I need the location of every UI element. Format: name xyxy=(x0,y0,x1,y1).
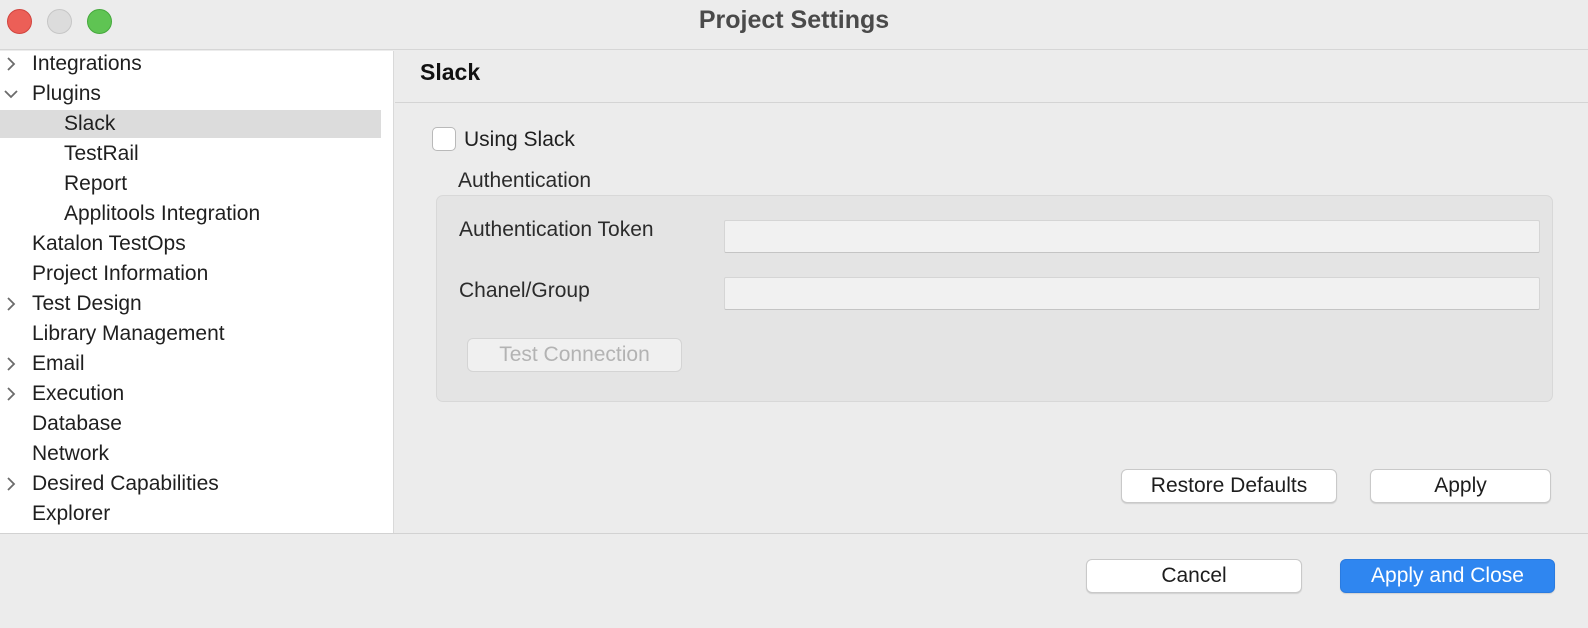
settings-tree: Integrations Plugins Slack TestRail Report Ap… xyxy=(0,51,394,533)
tree-item-database[interactable]: Database xyxy=(0,410,381,438)
restore-defaults-button[interactable]: Restore Defaults xyxy=(1121,469,1337,503)
test-connection-button[interactable]: Test Connection xyxy=(467,338,682,372)
apply-button[interactable]: Apply xyxy=(1370,469,1551,503)
settings-panel: Slack Using Slack Authentication Authent… xyxy=(395,51,1588,533)
tree-item-library-management[interactable]: Library Management xyxy=(0,320,381,348)
chevron-right-icon[interactable] xyxy=(4,350,18,378)
using-slack-label[interactable]: Using Slack xyxy=(464,128,575,152)
tree-item-report[interactable]: Report xyxy=(0,170,381,198)
tree-item-katalon-testops[interactable]: Katalon TestOps xyxy=(0,230,381,258)
tree-item-slack[interactable]: Slack xyxy=(0,110,381,138)
tree-item-network[interactable]: Network xyxy=(0,440,381,468)
tree-item-label: Explorer xyxy=(32,502,111,525)
tree-item-email[interactable]: Email xyxy=(0,350,381,378)
title-bar: Project Settings xyxy=(0,0,1588,50)
tree-item-execution[interactable]: Execution xyxy=(0,380,381,408)
tree-item-applitools-integration[interactable]: Applitools Integration xyxy=(0,200,381,228)
tree-item-test-design[interactable]: Test Design xyxy=(0,290,381,318)
channel-group-label: Chanel/Group xyxy=(459,279,590,302)
tree-item-plugins[interactable]: Plugins xyxy=(0,80,381,108)
cancel-button[interactable]: Cancel xyxy=(1086,559,1302,593)
window-title: Project Settings xyxy=(698,6,890,34)
tree-item-label: Project Information xyxy=(32,262,209,285)
tree-item-label: Plugins xyxy=(32,82,101,105)
chevron-right-icon[interactable] xyxy=(4,380,18,408)
tree-item-label: Desired Capabilities xyxy=(32,472,219,495)
tree-item-explorer[interactable]: Explorer xyxy=(0,500,381,528)
tree-item-label: Report xyxy=(64,172,128,195)
tree-item-label: Library Management xyxy=(32,322,225,345)
page-title: Slack xyxy=(420,59,481,85)
chevron-right-icon[interactable] xyxy=(4,290,18,318)
tree-item-project-information[interactable]: Project Information xyxy=(0,260,381,288)
tree-item-label: Network xyxy=(32,442,110,465)
tree-item-integrations[interactable]: Integrations xyxy=(0,50,381,78)
panel-header: Slack xyxy=(395,51,1588,103)
tree-item-label: Katalon TestOps xyxy=(32,232,186,255)
apply-and-close-button[interactable]: Apply and Close xyxy=(1340,559,1555,593)
tree-item-label: Slack xyxy=(64,112,116,135)
chevron-right-icon[interactable] xyxy=(4,470,18,498)
tree-item-label: Execution xyxy=(32,382,125,405)
tree-item-testrail[interactable]: TestRail xyxy=(0,140,381,168)
authentication-group-label: Authentication xyxy=(458,169,592,192)
using-slack-checkbox[interactable] xyxy=(432,127,456,151)
tree-item-label: Database xyxy=(32,412,122,435)
chevron-right-icon[interactable] xyxy=(4,50,18,78)
channel-group-field[interactable] xyxy=(724,277,1540,310)
tree-item-label: TestRail xyxy=(64,142,139,165)
tree-item-label: Applitools Integration xyxy=(64,202,261,225)
dialog-footer: Cancel Apply and Close xyxy=(0,533,1588,628)
tree-item-label: Integrations xyxy=(32,52,142,75)
tree-item-label: Email xyxy=(32,352,85,375)
auth-token-label: Authentication Token xyxy=(459,218,654,241)
chevron-down-icon[interactable] xyxy=(4,80,18,108)
tree-item-label: Test Design xyxy=(32,292,142,315)
authentication-group: Authentication Token Chanel/Group Test C… xyxy=(436,195,1553,402)
tree-item-desired-capabilities[interactable]: Desired Capabilities xyxy=(0,470,381,498)
auth-token-field[interactable] xyxy=(724,220,1540,253)
